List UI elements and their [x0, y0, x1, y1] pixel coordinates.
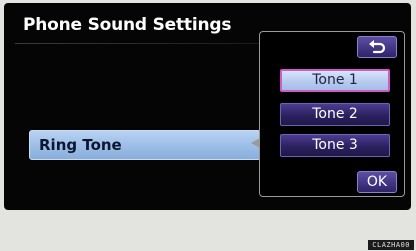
- image-reference-code: CLAZHA00: [368, 240, 414, 250]
- ring-tone-setting-row[interactable]: Ring Tone: [29, 130, 261, 160]
- screen-title: Phone Sound Settings: [23, 15, 232, 35]
- phone-sound-settings-screen: Phone Sound Settings Ring Tone Tone 1 To…: [4, 3, 411, 210]
- ok-button[interactable]: OK: [357, 171, 397, 193]
- tone-1-button[interactable]: Tone 1: [280, 69, 390, 92]
- return-arrow-icon: [369, 40, 386, 54]
- ring-tone-label: Ring Tone: [39, 136, 122, 154]
- tone-2-button[interactable]: Tone 2: [280, 103, 390, 126]
- title-divider: [15, 43, 265, 44]
- tone-selection-popup: Tone 1 Tone 2 Tone 3 OK: [251, 31, 405, 197]
- back-button[interactable]: [357, 36, 397, 58]
- popup-pointer-arrow: [251, 138, 260, 148]
- tone-3-button[interactable]: Tone 3: [280, 134, 390, 157]
